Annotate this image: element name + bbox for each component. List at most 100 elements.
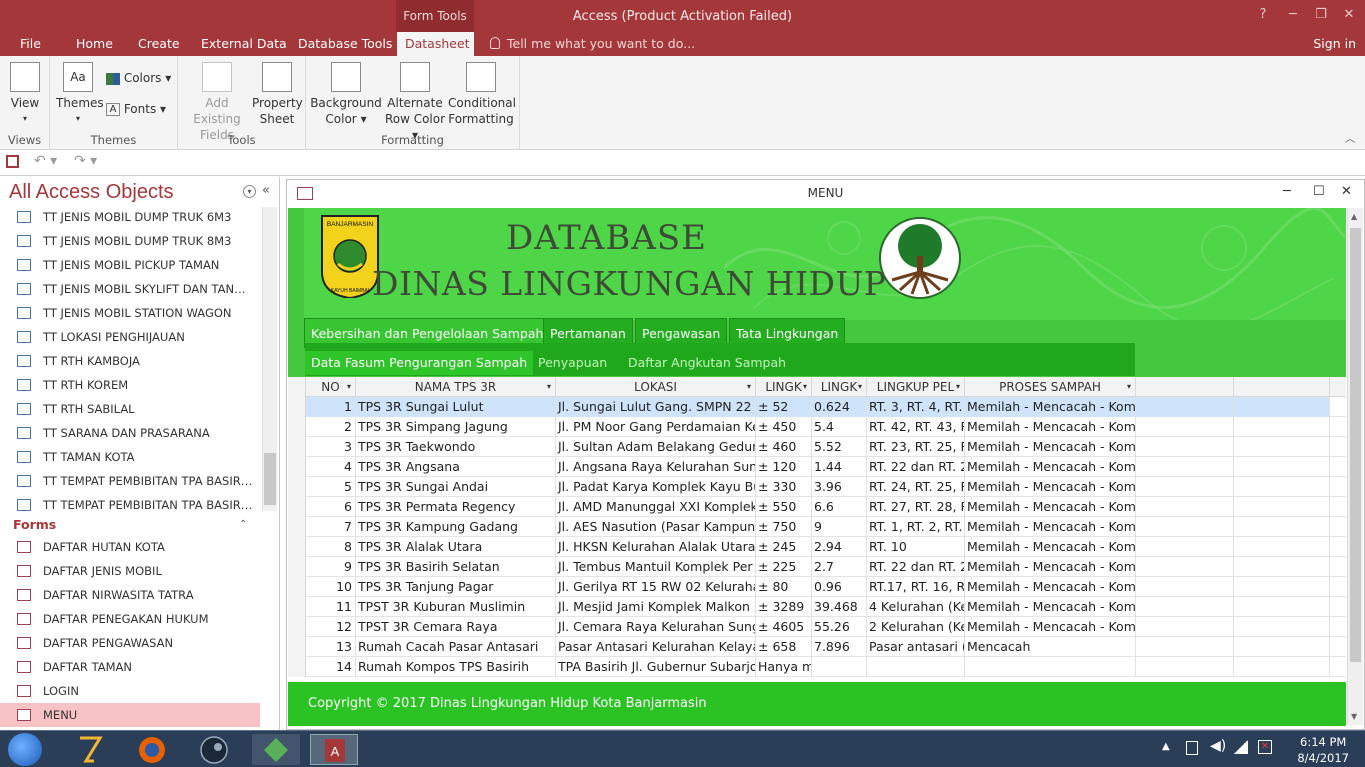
- table-cell[interactable]: Memilah - Mencacah - Kom: [965, 537, 1136, 557]
- table-cell[interactable]: TPS 3R Basirih Selatan: [356, 557, 556, 577]
- table-cell[interactable]: Jl. Mesjid Jami Komplek Malkon: [556, 597, 756, 617]
- table-cell[interactable]: 6.6: [812, 497, 867, 517]
- table-cell[interactable]: TPS 3R Kampung Gadang: [356, 517, 556, 537]
- table-cell[interactable]: Jl. HKSN Kelurahan Alalak Utara: [556, 537, 756, 557]
- table-cell[interactable]: ± 225: [756, 557, 812, 577]
- table-cell[interactable]: Memilah - Mencacah - Kom: [965, 577, 1136, 597]
- nav-table-item[interactable]: TT TAMAN KOTA: [0, 445, 260, 469]
- table-cell[interactable]: ± 550: [756, 497, 812, 517]
- nav-table-item[interactable]: TT TEMPAT PEMBIBITAN TPA BASIRIH TA...: [0, 469, 260, 493]
- help-button[interactable]: ?: [1252, 4, 1274, 26]
- table-cell[interactable]: ± 460: [756, 437, 812, 457]
- select-all-corner[interactable]: [288, 377, 306, 397]
- nav-form-item[interactable]: DAFTAR TAMAN: [0, 655, 260, 679]
- scroll-up-icon[interactable]: ▲: [1351, 212, 1357, 221]
- table-cell[interactable]: ± 4605: [756, 617, 812, 637]
- table-cell[interactable]: 12: [306, 617, 356, 637]
- table-cell[interactable]: 5: [306, 477, 356, 497]
- start-button[interactable]: [8, 733, 42, 766]
- record-selector[interactable]: [288, 657, 306, 677]
- background-color-button[interactable]: Background Color ▾: [310, 62, 382, 127]
- nav-table-item[interactable]: TT JENIS MOBIL STATION WAGON: [0, 301, 260, 325]
- table-cell[interactable]: ± 120: [756, 457, 812, 477]
- nav-table-item[interactable]: TT TEMPAT PEMBIBITAN TPA BASIRIH TA...: [0, 493, 260, 517]
- table-row[interactable]: 9 TPS 3R Basirih Selatan Jl. Tembus Mantui…: [288, 557, 1346, 577]
- table-cell[interactable]: TPS 3R Tanjung Pagar: [356, 577, 556, 597]
- nav-scrollbar[interactable]: [262, 207, 277, 511]
- dropdown-arrow-icon[interactable]: ▾: [1127, 377, 1131, 397]
- column-header[interactable]: LINGK ▾: [756, 377, 812, 397]
- table-cell[interactable]: Jl. PM Noor Gang Perdamaian Ke: [556, 417, 756, 437]
- table-cell[interactable]: 0.624: [812, 397, 867, 417]
- forms-section-header[interactable]: Forms: [13, 517, 56, 532]
- table-cell[interactable]: Hanya m: [756, 657, 812, 677]
- nav-form-item[interactable]: MENU: [0, 703, 260, 727]
- nav-table-item[interactable]: TT JENIS MOBIL PICKUP TAMAN: [0, 253, 260, 277]
- tab-external-data[interactable]: External Data: [193, 32, 295, 56]
- dropdown-arrow-icon[interactable]: ▾: [547, 377, 551, 397]
- record-selector[interactable]: [288, 437, 306, 457]
- volume-icon[interactable]: ◀): [1210, 738, 1226, 754]
- action-center-icon[interactable]: ✕: [1258, 740, 1272, 754]
- table-cell[interactable]: Memilah - Mencacah - Kom: [965, 557, 1136, 577]
- table-row[interactable]: 7 TPS 3R Kampung Gadang Jl. AES Nasution (…: [288, 517, 1346, 537]
- table-cell[interactable]: 4 Kelurahan (Ke: [867, 597, 965, 617]
- alternate-row-color-button[interactable]: Alternate Row Color ▾: [382, 62, 448, 143]
- table-cell[interactable]: 3.96: [812, 477, 867, 497]
- nav-form-item[interactable]: DAFTAR PENGAWASAN: [0, 631, 260, 655]
- record-selector[interactable]: [288, 457, 306, 477]
- table-cell[interactable]: TPS 3R Sungai Lulut: [356, 397, 556, 417]
- table-cell[interactable]: RT. 3, RT. 4, RT.: [867, 397, 965, 417]
- table-cell[interactable]: Jl. Angsana Raya Kelurahan Sung: [556, 457, 756, 477]
- record-selector[interactable]: [288, 597, 306, 617]
- table-row[interactable]: 11 TPST 3R Kuburan Muslimin Jl. Mesjid Jam…: [288, 597, 1346, 617]
- tab-create[interactable]: Create: [130, 32, 188, 56]
- tab-database-tools[interactable]: Database Tools: [290, 32, 400, 56]
- table-cell[interactable]: ± 658: [756, 637, 812, 657]
- table-row[interactable]: 14 Rumah Kompos TPS Basirih TPA Basirih Jl…: [288, 657, 1346, 677]
- table-cell[interactable]: Jl. AMD Manunggal XXI Komplek: [556, 497, 756, 517]
- table-cell[interactable]: Jl. Sungai Lulut Gang. SMPN 22 B: [556, 397, 756, 417]
- nav-form-item[interactable]: DAFTAR JENIS MOBIL: [0, 559, 260, 583]
- dropdown-arrow-icon[interactable]: ▾: [803, 377, 807, 397]
- themes-button[interactable]: Aa Themes ▾: [56, 62, 104, 127]
- table-cell[interactable]: RT. 10: [867, 537, 965, 557]
- clock[interactable]: 6:14 PM 8/4/2017: [1297, 734, 1349, 766]
- dropdown-arrow-icon[interactable]: ▾: [347, 377, 351, 397]
- tab-home[interactable]: Home: [68, 32, 121, 56]
- view-button[interactable]: View ▾: [6, 62, 44, 127]
- table-cell[interactable]: 3: [306, 437, 356, 457]
- table-cell[interactable]: Memilah - Mencacah - Kom: [965, 397, 1136, 417]
- table-cell[interactable]: TPST 3R Cemara Raya: [356, 617, 556, 637]
- table-cell[interactable]: Memilah - Mencacah - Kom: [965, 617, 1136, 637]
- table-row[interactable]: 12 TPST 3R Cemara Raya Jl. Cemara Raya Kel…: [288, 617, 1346, 637]
- collapse-ribbon-icon[interactable]: ︿: [1345, 130, 1355, 145]
- table-cell[interactable]: 8: [306, 537, 356, 557]
- table-cell[interactable]: ± 330: [756, 477, 812, 497]
- minimize-button[interactable]: ─: [1282, 4, 1304, 26]
- table-cell[interactable]: Jl. Sultan Adam Belakang Gedun: [556, 437, 756, 457]
- table-cell[interactable]: Memilah - Mencacah - Kom: [965, 597, 1136, 617]
- table-cell[interactable]: ± 80: [756, 577, 812, 597]
- undo-icon[interactable]: ↶ ▾: [34, 153, 57, 169]
- nav-table-item[interactable]: TT SARANA DAN PRASARANA: [0, 421, 260, 445]
- firefox-icon[interactable]: [128, 734, 176, 765]
- fonts-button[interactable]: A Fonts ▾: [106, 101, 166, 117]
- table-cell[interactable]: ± 3289: [756, 597, 812, 617]
- table-cell[interactable]: ± 450: [756, 417, 812, 437]
- tray-device-icon[interactable]: [1186, 741, 1198, 755]
- close-button[interactable]: ✕: [1338, 4, 1360, 26]
- table-cell[interactable]: TPA Basirih Jl. Gubernur Subarjo: [556, 657, 756, 677]
- nav-table-item[interactable]: TT RTH KOREM: [0, 373, 260, 397]
- table-cell[interactable]: ± 245: [756, 537, 812, 557]
- network-icon[interactable]: [1234, 740, 1248, 754]
- save-icon[interactable]: [6, 155, 19, 168]
- record-selector[interactable]: [288, 397, 306, 417]
- table-row[interactable]: 4 TPS 3R Angsana Jl. Angsana Raya Keluraha…: [288, 457, 1346, 477]
- tray-expand-icon[interactable]: ▲: [1162, 741, 1170, 752]
- colors-button[interactable]: Colors ▾: [106, 70, 171, 86]
- restore-button[interactable]: ❐: [1310, 4, 1332, 26]
- dropdown-arrow-icon[interactable]: ▾: [747, 377, 751, 397]
- column-header[interactable]: NO ▾: [306, 377, 356, 397]
- table-cell[interactable]: TPS 3R Alalak Utara: [356, 537, 556, 557]
